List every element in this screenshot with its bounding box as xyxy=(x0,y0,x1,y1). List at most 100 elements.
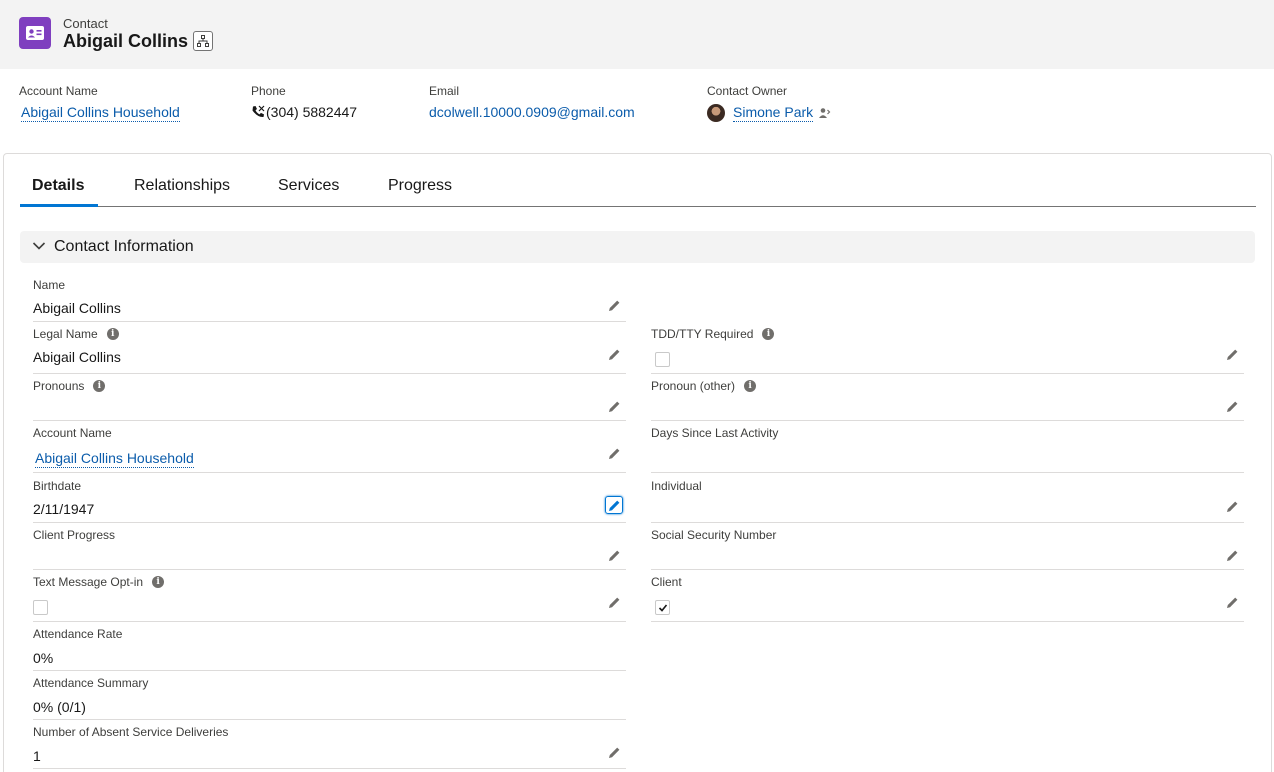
edit-account-name-button[interactable] xyxy=(606,445,622,461)
field-label: Social Security Number xyxy=(651,528,776,542)
field-label: Client Progress xyxy=(33,528,115,542)
field-value: 0% xyxy=(33,650,53,666)
field-tdd-tty-required: TDD/TTY Required i xyxy=(651,324,1244,374)
field-label: Client xyxy=(651,575,682,589)
field-value: Abigail Collins xyxy=(33,349,121,365)
pencil-icon xyxy=(608,348,621,361)
field-label: Individual xyxy=(651,479,702,493)
owner-link[interactable]: Simone Park xyxy=(733,104,813,122)
hierarchy-icon xyxy=(197,35,209,47)
active-tab-indicator xyxy=(20,204,98,207)
highlight-label: Contact Owner xyxy=(707,84,831,100)
pencil-icon xyxy=(608,299,621,312)
header-top: Contact Abigail Collins xyxy=(0,0,1274,69)
info-icon[interactable]: i xyxy=(107,328,119,340)
highlights-panel: Account Name Abigail Collins Household P… xyxy=(0,69,1274,142)
pencil-icon xyxy=(608,596,621,609)
object-label: Contact xyxy=(63,16,108,31)
field-name: Name Abigail Collins xyxy=(33,275,626,322)
tab-details[interactable]: Details xyxy=(32,177,84,195)
account-name-link[interactable]: Abigail Collins Household xyxy=(21,104,180,122)
pencil-icon xyxy=(608,499,621,512)
text-opt-in-checkbox xyxy=(33,600,48,615)
field-label-text: Pronouns xyxy=(33,379,84,393)
edit-pronoun-other-button[interactable] xyxy=(1224,398,1240,414)
field-absent-service-deliveries: Number of Absent Service Deliveries 1 xyxy=(33,722,626,769)
info-icon[interactable]: i xyxy=(762,328,774,340)
highlight-label: Phone xyxy=(251,84,357,100)
edit-ssn-button[interactable] xyxy=(1224,547,1240,563)
info-icon[interactable]: i xyxy=(744,380,756,392)
pencil-icon xyxy=(608,549,621,562)
tdd-tty-checkbox xyxy=(655,352,670,367)
field-value: Abigail Collins xyxy=(33,300,121,316)
field-pronoun-other: Pronoun (other) i xyxy=(651,376,1244,421)
tab-progress[interactable]: Progress xyxy=(388,177,452,195)
field-label: Name xyxy=(33,278,65,292)
record-header: Contact Abigail Collins Account Name Abi… xyxy=(0,0,1274,142)
field-client: Client xyxy=(651,572,1244,622)
highlight-label: Account Name xyxy=(19,84,180,100)
pencil-icon xyxy=(1226,400,1239,413)
field-label: Attendance Summary xyxy=(33,676,148,690)
field-label-text: Legal Name xyxy=(33,327,98,341)
click-to-dial-icon[interactable] xyxy=(251,105,265,119)
edit-client-progress-button[interactable] xyxy=(606,547,622,563)
pencil-icon xyxy=(1226,549,1239,562)
info-icon[interactable]: i xyxy=(152,576,164,588)
record-title: Abigail Collins xyxy=(63,31,188,52)
section-header-contact-information[interactable]: Contact Information xyxy=(20,231,1255,263)
field-label-text: Text Message Opt-in xyxy=(33,575,143,589)
field-label: Pronouns i xyxy=(33,379,105,393)
tab-bar: Details Relationships Services Progress xyxy=(20,167,1256,207)
field-label: Legal Name i xyxy=(33,327,119,341)
pencil-icon xyxy=(608,400,621,413)
change-owner-icon[interactable] xyxy=(817,106,831,120)
pencil-icon xyxy=(608,447,621,460)
field-days-since-last-activity: Days Since Last Activity xyxy=(651,423,1244,473)
phone-value[interactable]: (304) 5882447 xyxy=(266,104,357,120)
field-label: TDD/TTY Required i xyxy=(651,327,774,341)
field-client-progress: Client Progress xyxy=(33,525,626,570)
pencil-icon xyxy=(608,746,621,759)
field-label: Text Message Opt-in i xyxy=(33,575,164,589)
edit-name-button[interactable] xyxy=(606,297,622,313)
account-name-link[interactable]: Abigail Collins Household xyxy=(35,450,194,468)
edit-absent-deliveries-button[interactable] xyxy=(606,744,622,760)
field-pronouns: Pronouns i xyxy=(33,376,626,421)
highlight-account-name: Account Name Abigail Collins Household xyxy=(19,84,180,122)
field-label: Birthdate xyxy=(33,479,81,493)
highlight-contact-owner: Contact Owner Simone Park xyxy=(707,84,831,122)
field-label: Attendance Rate xyxy=(33,627,122,641)
field-individual: Individual xyxy=(651,476,1244,523)
edit-client-button[interactable] xyxy=(1224,594,1240,610)
detail-card: Details Relationships Services Progress … xyxy=(3,153,1272,772)
field-label: Number of Absent Service Deliveries xyxy=(33,725,228,739)
field-label: Pronoun (other) i xyxy=(651,379,756,393)
field-legal-name: Legal Name i Abigail Collins xyxy=(33,324,626,374)
tab-relationships[interactable]: Relationships xyxy=(134,177,230,195)
field-text-message-opt-in: Text Message Opt-in i xyxy=(33,572,626,622)
field-label: Days Since Last Activity xyxy=(651,426,778,440)
edit-text-opt-in-button[interactable] xyxy=(606,594,622,610)
edit-pronouns-button[interactable] xyxy=(606,398,622,414)
avatar xyxy=(707,104,725,122)
field-attendance-summary: Attendance Summary 0% (0/1) xyxy=(33,673,626,720)
pencil-icon xyxy=(1226,500,1239,513)
field-value: 2/11/1947 xyxy=(33,501,94,517)
edit-tdd-tty-button[interactable] xyxy=(1224,346,1240,362)
info-icon[interactable]: i xyxy=(93,380,105,392)
hierarchy-button[interactable] xyxy=(193,31,213,51)
edit-individual-button[interactable] xyxy=(1224,498,1240,514)
field-label-text: Pronoun (other) xyxy=(651,379,735,393)
tab-services[interactable]: Services xyxy=(278,177,339,195)
checkmark-icon xyxy=(658,603,668,613)
section-title: Contact Information xyxy=(54,238,194,256)
field-birthdate: Birthdate 2/11/1947 xyxy=(33,476,626,523)
edit-legal-name-button[interactable] xyxy=(606,346,622,362)
edit-birthdate-button[interactable] xyxy=(605,496,623,514)
contact-card-icon xyxy=(19,17,51,49)
highlight-label: Email xyxy=(429,84,635,100)
email-link[interactable]: dcolwell.10000.0909@gmail.com xyxy=(429,104,635,120)
field-label-text: TDD/TTY Required xyxy=(651,327,753,341)
